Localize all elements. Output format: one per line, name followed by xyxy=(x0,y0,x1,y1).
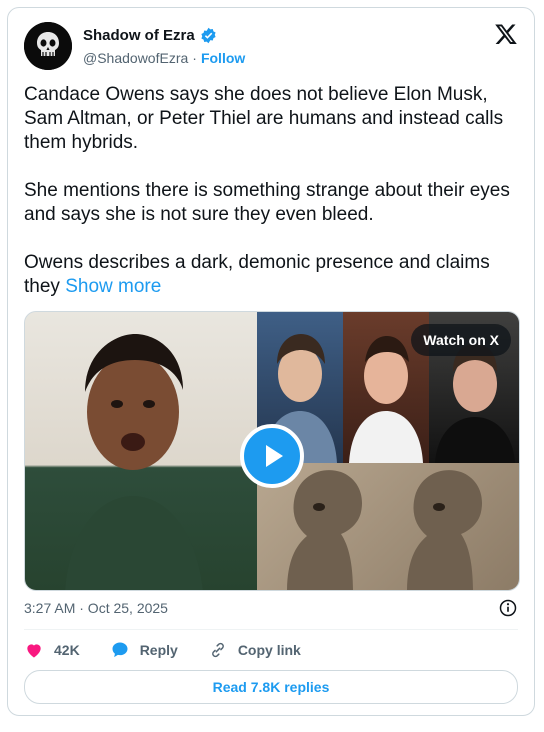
thumbnail-speaker-panel xyxy=(25,312,257,590)
follow-button[interactable]: Follow xyxy=(201,50,245,66)
author-handle[interactable]: @ShadowofEzra xyxy=(83,50,188,66)
skull-icon xyxy=(24,22,72,70)
info-icon[interactable] xyxy=(498,598,518,618)
link-icon xyxy=(211,642,224,658)
x-logo-icon[interactable] xyxy=(494,22,518,46)
speaker-figure-icon xyxy=(65,334,203,590)
action-bar: 42K Reply Copy link xyxy=(24,638,301,662)
like-count: 42K xyxy=(54,642,80,658)
tweet-paragraph: Candace Owens says she does not believe … xyxy=(24,84,504,153)
reply-label: Reply xyxy=(139,642,178,658)
author-name-row: Shadow of Ezra xyxy=(83,27,217,44)
divider xyxy=(24,629,518,630)
play-icon xyxy=(266,445,283,467)
author-handle-row: @ShadowofEzra · Follow xyxy=(83,50,245,66)
like-button[interactable]: 42K xyxy=(24,640,80,660)
read-replies-button[interactable]: Read 7.8K replies xyxy=(24,670,518,704)
copy-link-label: Copy link xyxy=(237,642,301,658)
reply-button[interactable]: Reply xyxy=(110,640,178,660)
avatar[interactable] xyxy=(24,22,72,70)
copy-link-button[interactable]: Copy link xyxy=(208,640,301,660)
tweet-paragraph: She mentions there is something strange … xyxy=(24,180,510,225)
reply-bubble-icon xyxy=(112,642,128,658)
tweet-paragraph-last: Owens describes a dark, demonic presence… xyxy=(24,251,520,299)
play-button[interactable] xyxy=(240,424,304,488)
video-thumbnail[interactable]: Watch on X xyxy=(24,311,520,591)
tweet-text: Candace Owens says she does not believe … xyxy=(24,83,520,323)
author-name[interactable]: Shadow of Ezra xyxy=(83,27,195,44)
watch-on-x-button[interactable]: Watch on X xyxy=(411,324,511,356)
tweet-timestamp[interactable]: 3:27 AM · Oct 25, 2025 xyxy=(24,600,168,616)
heart-icon xyxy=(27,644,41,658)
separator-dot: · xyxy=(192,50,197,66)
verified-badge-icon xyxy=(201,27,216,44)
show-more-link[interactable]: Show more xyxy=(65,276,161,297)
tweet-card: Shadow of Ezra @ShadowofEzra · Follow Ca… xyxy=(7,7,535,716)
